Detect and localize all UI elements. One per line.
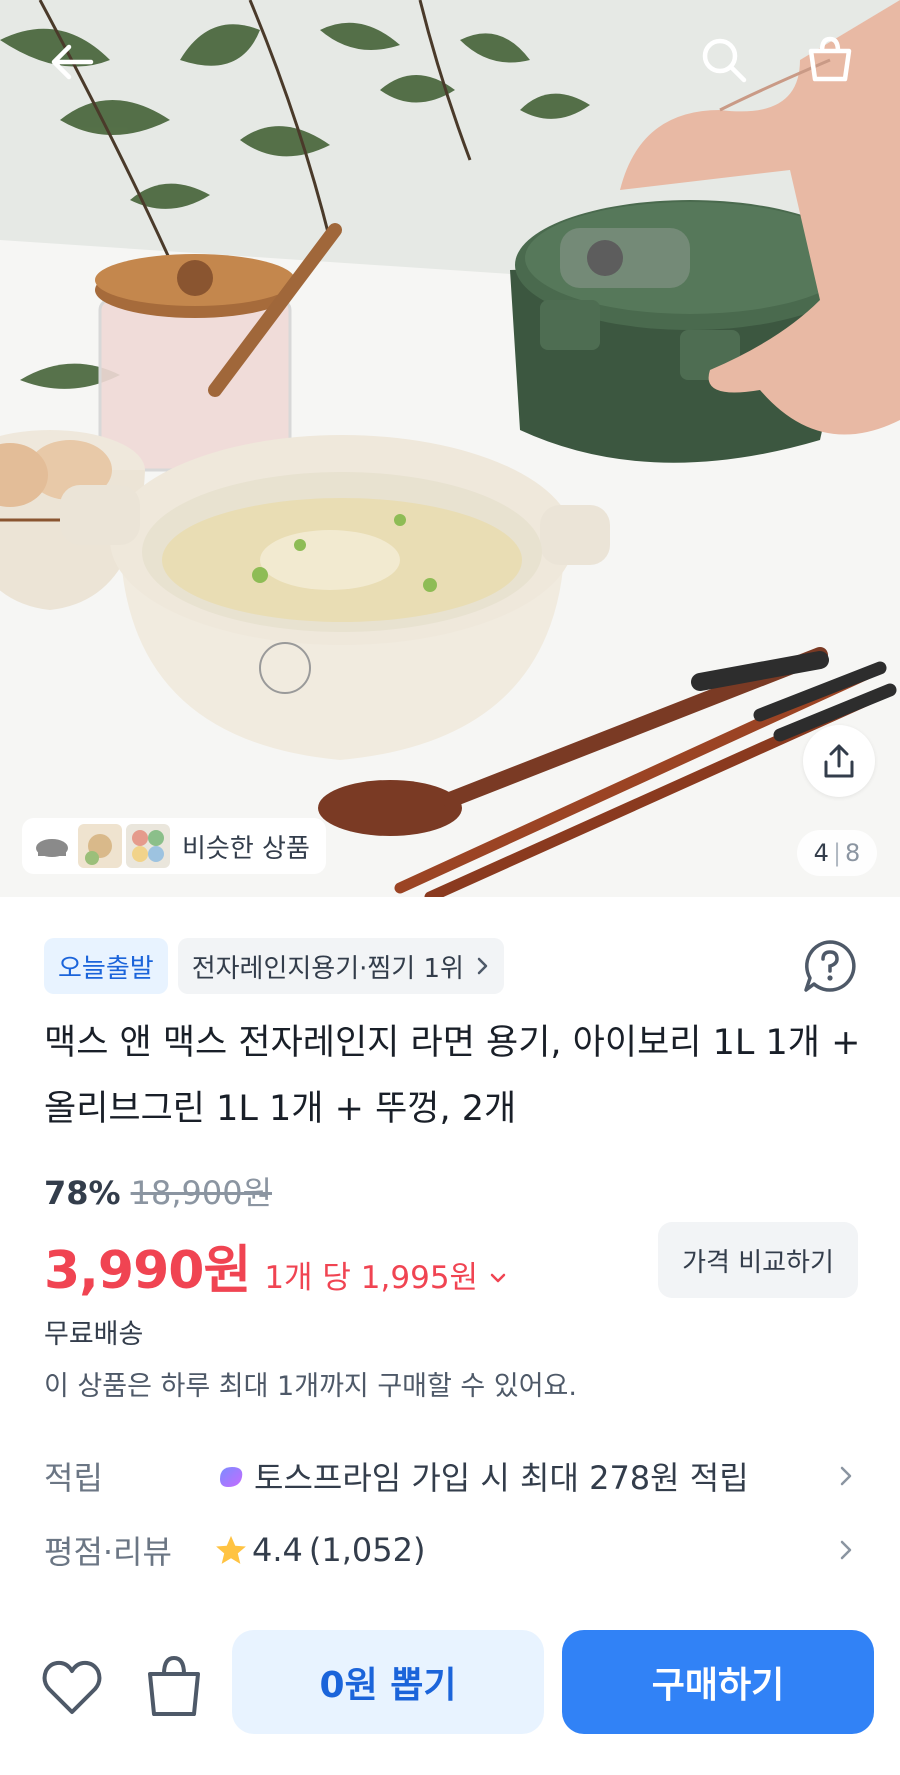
image-counter-separator: | [832,839,842,867]
back-arrow-icon [51,44,94,80]
zero-won-draw-button[interactable]: 0원 뽑기 [232,1630,544,1734]
similar-products-label: 비슷한 상품 [182,833,310,864]
cart-icon [808,36,852,82]
similar-thumb-3 [126,824,170,868]
unit-price[interactable]: 1개 당 1,995원 [264,1252,478,1297]
buy-button[interactable]: 구매하기 [562,1630,874,1734]
star-icon [216,1535,246,1564]
purchase-limit-notice: 이 상품은 하루 최대 1개까지 구매할 수 있어요. [44,1371,577,1402]
heart-icon[interactable] [40,1656,104,1720]
points-value: 토스프라임 가입 시 최대 278원 적립 [254,1459,749,1497]
product-tags: 오늘출발 전자레인지용기·찜기 1위 [44,938,504,994]
chevron-right-icon [840,1540,852,1560]
compare-price-button[interactable]: 가격 비교하기 [658,1222,858,1298]
cart-button[interactable] [798,28,862,92]
search-icon [702,38,747,83]
prime-logo-icon [220,1467,243,1487]
sale-price: 3,990원 [44,1241,251,1301]
share-button[interactable] [803,725,875,797]
original-price: 18,900원 [130,1174,273,1212]
price-row: 3,990원 1개 당 1,995원 [44,1228,508,1303]
back-button[interactable] [40,30,104,94]
similar-products-button[interactable]: 비슷한 상품 [22,818,326,874]
points-row[interactable]: 적립 토스프라임 가입 시 최대 278원 적립 [44,1446,860,1506]
similar-thumb-2 [78,824,122,868]
today-shipping-label: 오늘출발 [58,953,154,984]
chevron-right-icon [840,1466,852,1486]
points-label: 적립 [44,1459,103,1497]
review-label: 평점·리뷰 [44,1533,172,1571]
chevron-right-icon [477,957,488,975]
rating-value: 4.4 [252,1531,303,1569]
shipping-info: 무료배송 [44,1319,144,1350]
product-image-gallery[interactable]: 비슷한 상품 4 | 8 [0,0,900,897]
share-icon [824,744,854,778]
today-shipping-badge: 오늘출발 [44,938,168,994]
discount-rate: 78% [44,1174,121,1212]
ranking-label: 전자레인지용기·찜기 1위 [191,953,464,984]
ranking-badge[interactable]: 전자레인지용기·찜기 1위 [177,938,504,994]
image-counter-current: 4 [813,839,829,867]
chevron-down-icon[interactable] [488,1268,508,1288]
search-button[interactable] [692,28,756,92]
image-counter-total: 8 [845,839,861,867]
bag-icon[interactable] [142,1650,206,1720]
image-counter: 4 | 8 [797,830,877,876]
original-price-row: 78% 18,900원 [44,1168,272,1214]
similar-thumb-1 [30,824,74,868]
product-title: 맥스 앤 맥스 전자레인지 라면 용기, 아이보리 1L 1개 + 올리브그린 … [44,1023,861,1129]
product-photo [0,0,900,897]
review-count: (1,052) [308,1531,426,1569]
review-row[interactable]: 평점·리뷰 4.4 (1,052) [44,1520,860,1580]
help-icon[interactable] [802,938,858,994]
